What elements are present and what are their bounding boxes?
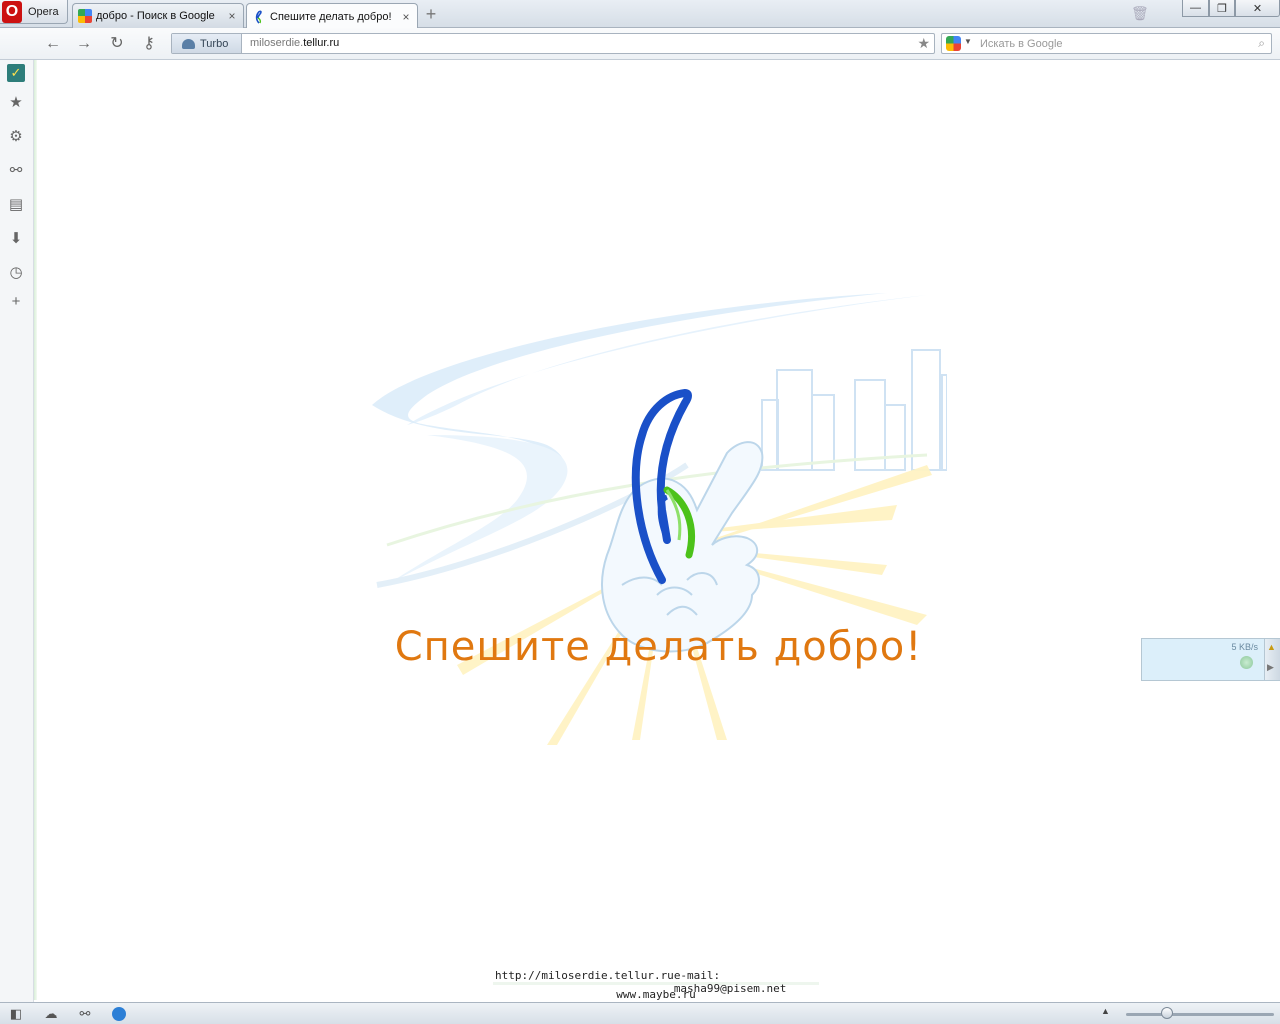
page-footer: http://miloserdie.tellur.ru e-mail: mash… — [493, 969, 819, 1001]
clock-icon[interactable]: ◷ — [7, 264, 25, 282]
note-icon[interactable]: ▤ — [7, 196, 25, 214]
footer-email-link[interactable]: e-mail: masha99@pisem.net — [674, 969, 817, 995]
transfer-rate: 5 KB/s — [1231, 642, 1258, 652]
reload-icon[interactable]: ↻ — [106, 33, 128, 55]
plus-icon[interactable]: + — [7, 293, 25, 311]
tab-bar: O Opera добро - Поиск в Google × Спешите… — [0, 0, 1280, 29]
opera-menu-button[interactable]: O Opera — [0, 0, 68, 24]
tab-title: Спешите делать добро! — [270, 10, 392, 23]
address-field[interactable]: Turbo miloserdie.tellur.ru ★ — [171, 33, 935, 54]
new-tab-button[interactable]: + — [422, 5, 440, 23]
zoom-slider-track[interactable] — [1126, 1013, 1274, 1016]
chevron-down-icon[interactable]: ▼ — [964, 37, 972, 46]
url-prefix: miloserdie. — [250, 37, 304, 49]
search-field[interactable]: ▼ Искать в Google ⌕ — [941, 33, 1272, 54]
trash-icon[interactable]: 🗑 — [1131, 5, 1149, 21]
play-icon[interactable]: ▶ — [1267, 662, 1277, 672]
download-icon[interactable]: ⬇ — [7, 230, 25, 248]
speed-dial-icon[interactable] — [111, 1006, 127, 1022]
bookmark-star-icon[interactable]: ★ — [917, 35, 930, 52]
cloud-icon[interactable]: ☁ — [43, 1006, 59, 1022]
google-search-engine-icon[interactable] — [946, 36, 961, 51]
opera-menu-label: Opera — [28, 5, 59, 18]
tab-title: добро - Поиск в Google — [96, 10, 215, 22]
back-arrow-icon[interactable]: ← — [42, 33, 64, 55]
page-tagline: Спешите делать добро! — [394, 624, 923, 670]
star-icon[interactable]: ★ — [7, 94, 25, 112]
transfer-widget[interactable]: 5 KB/s ▲ ▶ — [1141, 638, 1280, 681]
share-icon[interactable]: ⚯ — [77, 1006, 93, 1022]
navigation-bar: ← → ↻ ⚷ Turbo miloserdie.tellur.ru ★ ▼ И… — [0, 28, 1280, 60]
close-window-button[interactable]: ✕ — [1235, 0, 1280, 17]
share-icon[interactable]: ⚯ — [7, 162, 25, 180]
site-favicon-icon — [251, 9, 267, 25]
url-domain: tellur.ru — [303, 37, 340, 49]
check-icon[interactable]: ✓ — [7, 64, 25, 82]
charity-logo-illustration — [372, 293, 947, 745]
panel-toggle-icon[interactable]: ◧ — [8, 1006, 24, 1022]
opera-logo-icon: O — [2, 0, 22, 23]
turbo-label: Turbo — [200, 37, 229, 50]
close-tab-icon[interactable]: × — [399, 10, 413, 24]
search-placeholder: Искать в Google — [980, 38, 1063, 50]
zoom-slider-handle[interactable] — [1161, 1007, 1173, 1019]
footer-site-link[interactable]: http://miloserdie.tellur.ru — [495, 969, 674, 985]
key-icon[interactable]: ⚷ — [138, 33, 160, 55]
close-tab-icon[interactable]: × — [225, 9, 239, 23]
tab-current-page[interactable]: Спешите делать добро! × — [246, 3, 418, 29]
url-text: miloserdie.tellur.ru — [250, 37, 339, 49]
minimize-button[interactable]: — — [1182, 0, 1209, 17]
transfer-status-icon — [1240, 656, 1253, 669]
turbo-button[interactable]: Turbo — [172, 34, 242, 53]
forward-arrow-icon[interactable]: → — [73, 33, 95, 55]
transfer-sidebar: ▲ ▶ — [1264, 639, 1280, 680]
browser-window: O Opera добро - Поиск в Google × Спешите… — [0, 0, 1280, 1024]
gear-icon[interactable]: ⚙ — [7, 128, 25, 146]
side-panel: ✓ ★ ⚙ ⚯ ▤ ⬇ ◷ + — [0, 60, 34, 1002]
search-icon[interactable]: ⌕ — [1258, 36, 1265, 51]
zoom-menu-icon[interactable]: ▲ — [1101, 1006, 1110, 1016]
warning-icon[interactable]: ▲ — [1267, 642, 1277, 652]
tab-google-search[interactable]: добро - Поиск в Google × — [72, 3, 244, 28]
status-bar: ◧ ☁ ⚯ ▲ — [0, 1002, 1280, 1024]
google-favicon-icon — [77, 8, 93, 24]
turbo-icon — [182, 38, 195, 49]
page-content: Спешите делать добро! http://miloserdie.… — [37, 60, 1280, 1002]
restore-button[interactable]: ❐ — [1209, 0, 1235, 17]
